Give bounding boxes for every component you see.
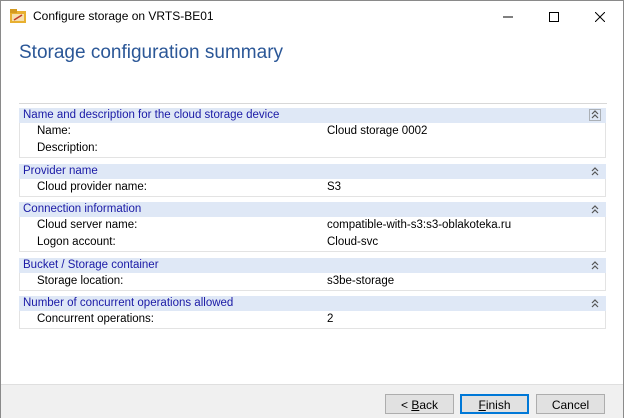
section-header[interactable]: Connection information xyxy=(19,202,606,217)
chevron-up-icon[interactable] xyxy=(589,259,601,271)
button-bar: < Back Finish Cancel xyxy=(1,384,623,418)
table-row: Cloud provider name: S3 xyxy=(19,179,606,197)
chevron-up-icon[interactable] xyxy=(589,203,601,215)
section-title: Bucket / Storage container xyxy=(23,259,159,271)
table-row: Storage location: s3be-storage xyxy=(19,273,606,291)
table-row: Logon account: Cloud-svc xyxy=(19,234,606,252)
field-value: Cloud-svc xyxy=(327,236,379,248)
page-title: Storage configuration summary xyxy=(19,42,284,63)
back-button[interactable]: < Back xyxy=(385,394,454,414)
field-label: Storage location: xyxy=(37,275,124,287)
back-prefix: < xyxy=(400,398,412,412)
section-title: Provider name xyxy=(23,165,98,177)
section-header[interactable]: Name and description for the cloud stora… xyxy=(19,108,606,123)
table-row: Name: Cloud storage 0002 xyxy=(19,123,606,140)
maximize-button[interactable] xyxy=(531,1,577,31)
field-value: 2 xyxy=(327,313,334,325)
finish-label-rest: inish xyxy=(485,398,511,412)
cancel-button[interactable]: Cancel xyxy=(536,394,605,414)
maximize-icon xyxy=(549,12,559,23)
field-value: compatible-with-s3:s3-oblakoteka.ru xyxy=(327,219,512,231)
section-title: Number of concurrent operations allowed xyxy=(23,297,234,309)
window-title: Configure storage on VRTS-BE01 xyxy=(33,9,214,23)
section-concurrent-ops: Number of concurrent operations allowed … xyxy=(19,296,606,329)
section-title: Connection information xyxy=(23,203,142,215)
back-label-rest: ack xyxy=(419,398,439,412)
chevron-up-icon[interactable] xyxy=(589,165,601,177)
collapse-all-icon[interactable] xyxy=(589,109,601,121)
section-title: Name and description for the cloud stora… xyxy=(23,109,280,121)
section-bucket-storage: Bucket / Storage container Storage locat… xyxy=(19,258,606,291)
section-connection-info: Connection information Cloud server name… xyxy=(19,202,606,252)
field-value: Cloud storage 0002 xyxy=(327,125,428,137)
field-label: Logon account: xyxy=(37,236,116,248)
close-button[interactable] xyxy=(577,1,623,31)
field-label: Cloud provider name: xyxy=(37,181,147,193)
close-icon xyxy=(594,11,606,23)
field-value: s3be-storage xyxy=(327,275,395,287)
table-row: Description: xyxy=(19,140,606,158)
section-provider-name: Provider name Cloud provider name: S3 xyxy=(19,164,606,197)
section-name-description: Name and description for the cloud stora… xyxy=(19,108,606,158)
chevron-up-icon[interactable] xyxy=(589,297,601,309)
dialog-window: Configure storage on VRTS-BE01 Storage c… xyxy=(0,0,624,418)
title-bar[interactable]: Configure storage on VRTS-BE01 xyxy=(1,1,623,31)
table-row: Concurrent operations: 2 xyxy=(19,311,606,329)
section-header[interactable]: Bucket / Storage container xyxy=(19,258,606,273)
finish-button[interactable]: Finish xyxy=(460,394,529,414)
section-header[interactable]: Provider name xyxy=(19,164,606,179)
divider xyxy=(19,103,607,104)
app-icon xyxy=(10,9,26,23)
field-value: S3 xyxy=(327,181,342,193)
table-row: Cloud server name: compatible-with-s3:s3… xyxy=(19,217,606,234)
minimize-button[interactable] xyxy=(485,1,531,31)
field-label: Description: xyxy=(37,142,98,154)
field-label: Cloud server name: xyxy=(37,219,138,231)
section-header[interactable]: Number of concurrent operations allowed xyxy=(19,296,606,311)
minimize-icon xyxy=(503,16,513,18)
field-label: Name: xyxy=(37,125,71,137)
content-area: Storage configuration summary Name and d… xyxy=(1,32,623,384)
finish-mnemonic: F xyxy=(478,398,486,412)
field-label: Concurrent operations: xyxy=(37,313,154,325)
